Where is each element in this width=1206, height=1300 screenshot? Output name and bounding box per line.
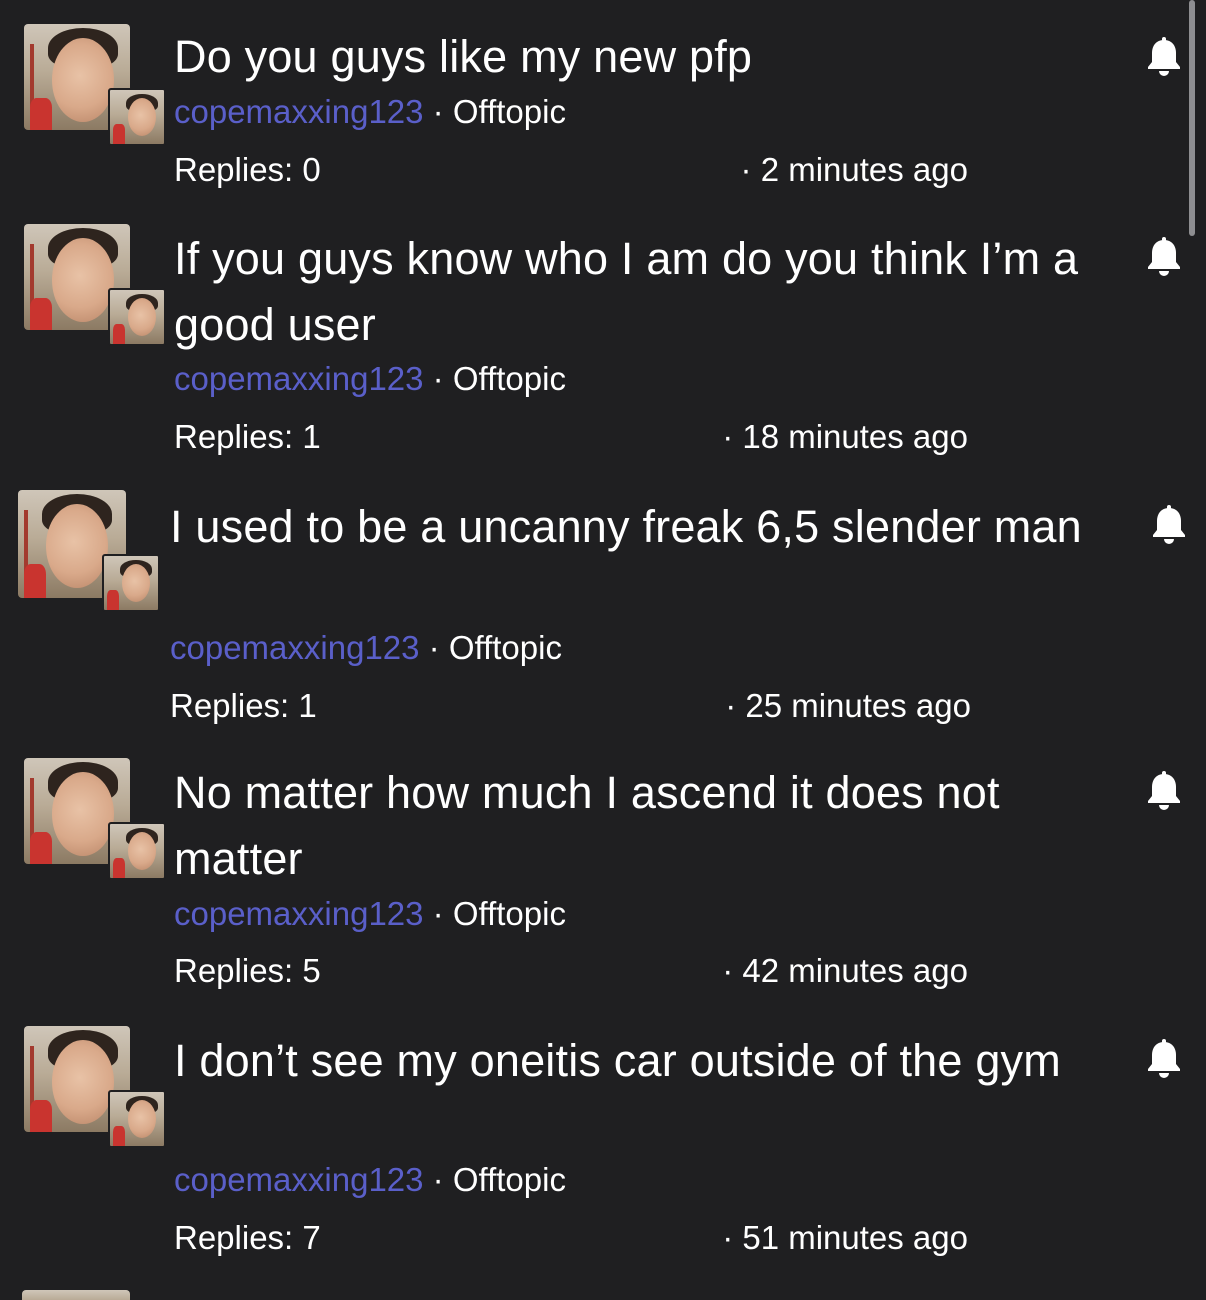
- thread-item[interactable]: No matter how much I ascend it does not …: [0, 736, 1190, 1002]
- meta-separator: ·: [432, 895, 444, 932]
- category-link[interactable]: Offtopic: [453, 93, 566, 130]
- reply-count: Replies: 7: [174, 1219, 321, 1256]
- thread-meta: copemaxxing123 · Offtopic: [174, 1160, 566, 1200]
- avatar[interactable]: [24, 24, 166, 149]
- meta-separator: ·: [428, 629, 440, 666]
- avatar[interactable]: [24, 1026, 166, 1151]
- thread-item[interactable]: I don’t see my oneitis car outside of th…: [0, 1002, 1190, 1290]
- thread-title[interactable]: I used to be a uncanny freak 6,5 slender…: [170, 494, 1110, 560]
- reply-count: Replies: 1: [170, 687, 317, 724]
- reply-count: Replies: 5: [174, 952, 321, 989]
- thread-title[interactable]: If you guys know who I am do you think I…: [174, 226, 1114, 358]
- thread-meta: copemaxxing123 · Offtopic: [174, 894, 566, 934]
- secondary-avatar-image: [108, 88, 166, 146]
- thread-item[interactable]: Do you guys like my new pfp copemaxxing1…: [0, 0, 1190, 200]
- thread-item[interactable]: I used to be a uncanny freak 6,5 slender…: [0, 468, 1190, 736]
- category-link[interactable]: Offtopic: [453, 895, 566, 932]
- timestamp: · 42 minutes ago: [722, 952, 968, 989]
- avatar[interactable]: [24, 224, 166, 349]
- thread-meta: copemaxxing123 · Offtopic: [174, 359, 566, 399]
- bell-icon[interactable]: [1145, 36, 1183, 78]
- thread-meta: copemaxxing123 · Offtopic: [174, 92, 566, 132]
- thread-title[interactable]: Do you guys like my new pfp: [174, 24, 1114, 90]
- next-thread-avatar-peek: [22, 1290, 130, 1300]
- thread-title[interactable]: No matter how much I ascend it does not …: [174, 760, 1114, 892]
- bell-icon[interactable]: [1145, 236, 1183, 278]
- category-link[interactable]: Offtopic: [453, 1161, 566, 1198]
- meta-separator: ·: [432, 360, 444, 397]
- category-link[interactable]: Offtopic: [453, 360, 566, 397]
- thread-title[interactable]: I don’t see my oneitis car outside of th…: [174, 1028, 1114, 1094]
- author-link[interactable]: copemaxxing123: [174, 93, 424, 130]
- reply-count: Replies: 1: [174, 418, 321, 455]
- secondary-avatar-image: [102, 554, 160, 612]
- bell-icon[interactable]: [1145, 770, 1183, 812]
- secondary-avatar-image: [108, 822, 166, 880]
- meta-separator: ·: [432, 93, 444, 130]
- reply-count: Replies: 0: [174, 151, 321, 188]
- avatar[interactable]: [18, 490, 160, 615]
- timestamp: · 2 minutes ago: [740, 151, 968, 188]
- author-link[interactable]: copemaxxing123: [174, 360, 424, 397]
- author-link[interactable]: copemaxxing123: [174, 895, 424, 932]
- secondary-avatar-image: [108, 288, 166, 346]
- secondary-avatar-image: [108, 1090, 166, 1148]
- avatar[interactable]: [24, 758, 166, 883]
- thread-item[interactable]: If you guys know who I am do you think I…: [0, 200, 1190, 468]
- timestamp: · 25 minutes ago: [725, 687, 971, 724]
- bell-icon[interactable]: [1150, 504, 1188, 546]
- thread-meta: copemaxxing123 · Offtopic: [170, 628, 562, 668]
- bell-icon[interactable]: [1145, 1038, 1183, 1080]
- author-link[interactable]: copemaxxing123: [170, 629, 420, 666]
- timestamp: · 18 minutes ago: [722, 418, 968, 455]
- meta-separator: ·: [432, 1161, 444, 1198]
- author-link[interactable]: copemaxxing123: [174, 1161, 424, 1198]
- category-link[interactable]: Offtopic: [449, 629, 562, 666]
- timestamp: · 51 minutes ago: [722, 1219, 968, 1256]
